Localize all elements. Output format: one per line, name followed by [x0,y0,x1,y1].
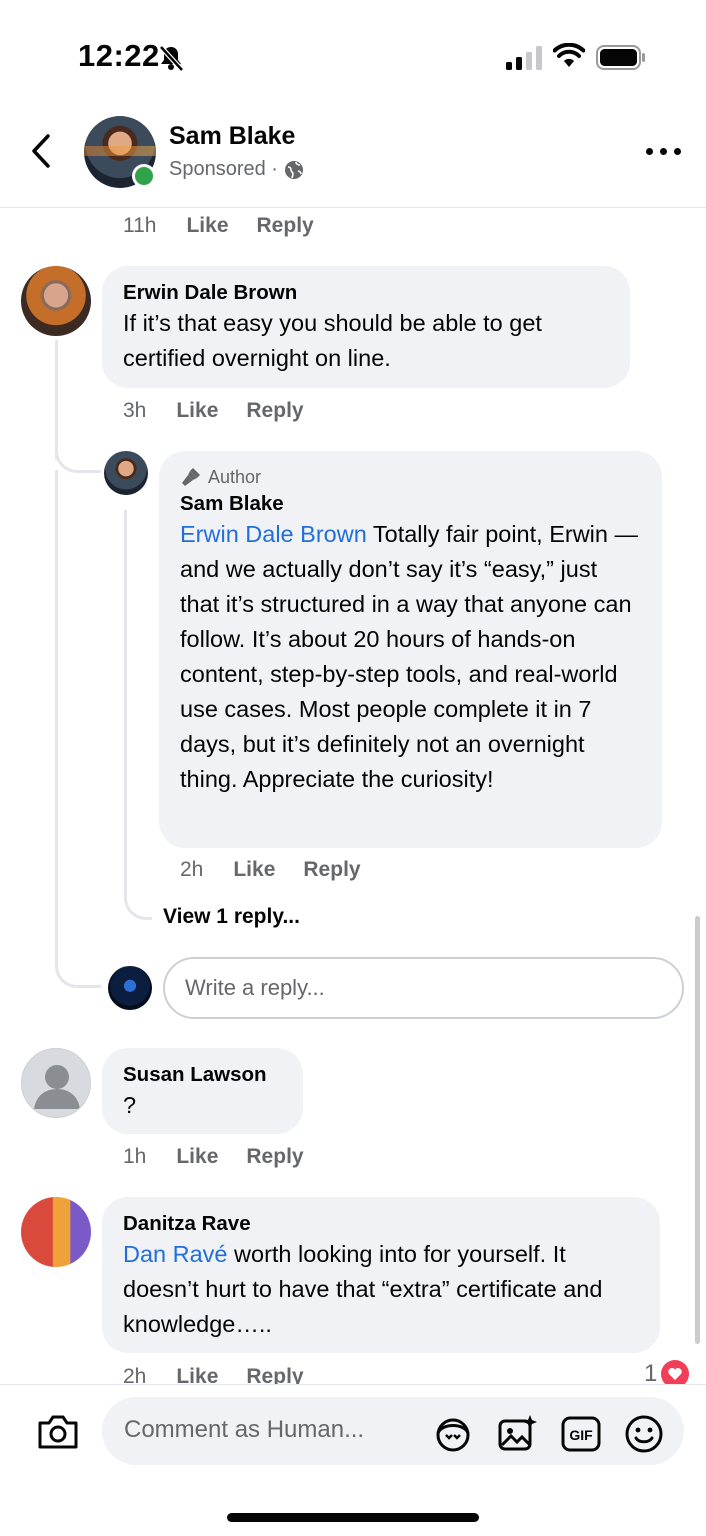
status-bar: 12:22 [0,0,706,100]
post-header: Sam Blake Sponsored · [0,100,706,208]
battery-icon [596,45,645,70]
microphone-icon [182,468,200,486]
gif-label: GIF [569,1427,593,1443]
avatar[interactable] [21,1197,91,1267]
author-badge: Author [180,465,641,489]
comment-actions: 1h Like Reply [123,1145,332,1169]
comment-text: If it’s that easy you should be able to … [123,310,542,371]
reply-button[interactable]: Reply [246,399,303,423]
gif-icon[interactable]: GIF [560,1413,602,1455]
back-chevron-icon[interactable] [22,128,62,174]
comment-time: 1h [123,1145,147,1168]
avatar[interactable] [104,451,148,495]
comment-text: Erwin Dale Brown Totally fair point, Erw… [180,517,641,797]
comment-author[interactable]: Susan Lawson [123,1062,282,1088]
photo-sparkle-icon[interactable] [496,1413,538,1455]
scrollbar[interactable] [695,916,700,1344]
bell-off-icon [159,45,184,72]
more-options-icon[interactable] [646,144,682,158]
thread-line [124,510,127,890]
comment-text: ? [123,1092,137,1118]
comment-input[interactable]: Comment as Human... GIF [102,1397,684,1465]
cellular-signal-icon [506,46,542,70]
comment-bubble[interactable]: Author Sam Blake Erwin Dale Brown Totall… [159,451,662,848]
thread-connector [55,440,101,473]
comment-bubble[interactable]: Susan Lawson ? [102,1048,303,1134]
like-button[interactable]: Like [176,1145,218,1169]
comment-bubble[interactable]: Erwin Dale Brown If it’s that easy you s… [102,266,630,388]
comment-author[interactable]: Erwin Dale Brown [123,280,609,306]
comment-actions: 2h Like Reply [180,858,389,882]
avatar [108,966,152,1010]
author-badge-label: Author [208,467,262,487]
thread-connector [55,940,101,988]
default-user-icon [34,1065,80,1109]
thread-connector [124,880,152,920]
mention-link[interactable]: Dan Ravé [123,1241,228,1267]
comment-author[interactable]: Sam Blake [180,491,641,517]
thread-line [55,470,58,960]
status-time: 12:22 [78,38,160,73]
comment-time: 11h [123,214,157,237]
comment-time: 2h [180,858,204,881]
comment-time: 3h [123,399,147,422]
comment-placeholder: Comment as Human... [124,1416,365,1443]
mention-link[interactable]: Erwin Dale Brown [180,521,367,547]
comment-bubble[interactable]: Danitza Rave Dan Ravé worth looking into… [102,1197,660,1353]
sponsored-label: Sponsored · [169,158,304,181]
globe-icon [284,160,303,179]
avatar[interactable] [21,1048,91,1118]
reply-button[interactable]: Reply [257,214,314,238]
comment-actions: 11h Like Reply [123,214,342,238]
reply-button[interactable]: Reply [246,1145,303,1169]
emoji-icon[interactable] [623,1413,665,1455]
like-button[interactable]: Like [233,858,275,882]
reply-button[interactable]: Reply [303,858,360,882]
comment-composer: Comment as Human... GIF [0,1384,706,1536]
like-button[interactable]: Like [176,399,218,423]
like-button[interactable]: Like [186,214,228,238]
comment-author[interactable]: Danitza Rave [123,1211,639,1237]
camera-icon[interactable] [36,1413,80,1451]
comment-actions: 3h Like Reply [123,399,332,423]
comment-text: Dan Ravé worth looking into for yourself… [123,1237,639,1342]
avatar-sticker-icon[interactable] [432,1413,474,1455]
online-status-dot [132,164,156,188]
home-indicator[interactable] [227,1513,479,1522]
page-title[interactable]: Sam Blake [169,122,295,151]
reply-input[interactable]: Write a reply... [163,957,684,1019]
comment-body: Totally fair point, Erwin — and we actua… [180,521,638,792]
wifi-icon [553,43,585,67]
avatar[interactable] [21,266,91,336]
sponsored-text: Sponsored · [169,158,278,180]
view-replies-link[interactable]: View 1 reply... [163,905,300,929]
